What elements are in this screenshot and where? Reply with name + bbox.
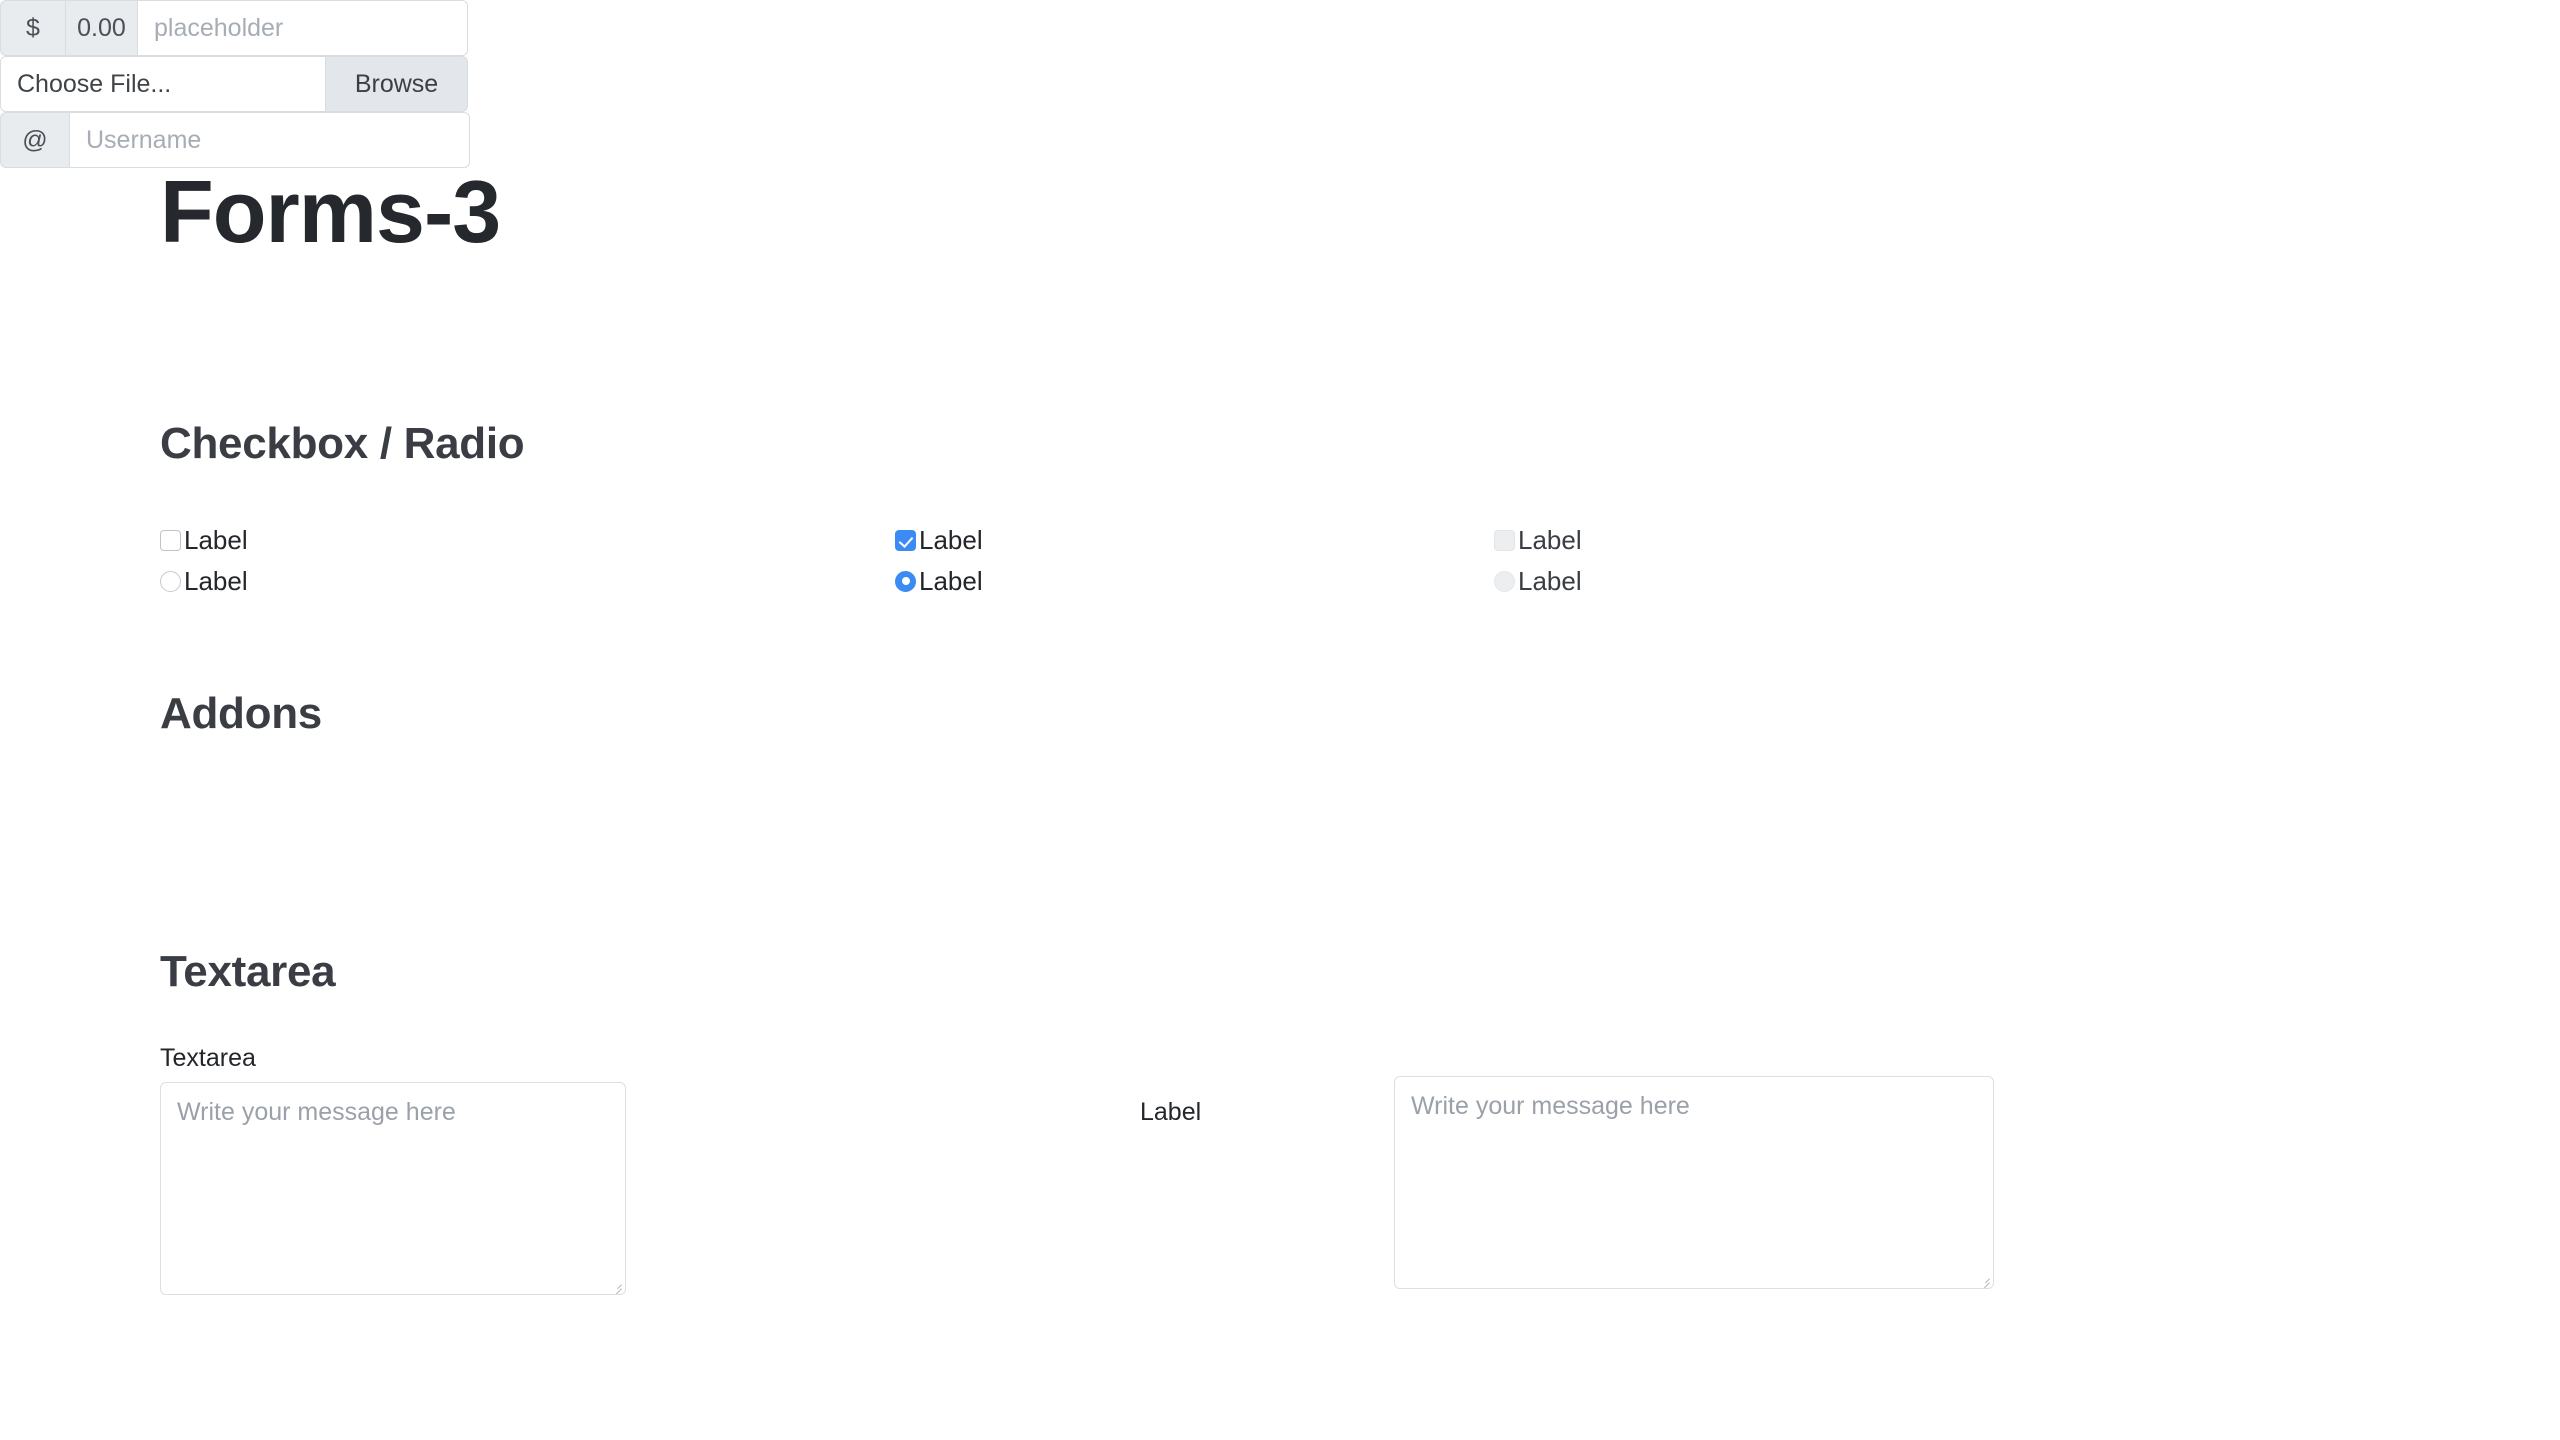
message-textarea-left[interactable]: Write your message here — [160, 1082, 626, 1295]
radio-field-1[interactable]: Label — [160, 568, 248, 594]
section-heading-textarea: Textarea — [160, 947, 336, 996]
at-sign-addon-icon: @ — [0, 112, 70, 168]
radio-unselected-icon[interactable] — [160, 570, 181, 592]
radio-field-3-disabled: Label — [1494, 568, 1582, 594]
username-input[interactable]: Username — [70, 112, 470, 168]
resize-handle-icon[interactable] — [609, 1278, 623, 1292]
file-name-input[interactable]: Choose File... — [0, 56, 326, 112]
currency-addon: $ — [0, 0, 66, 56]
checkbox-label-2: Label — [919, 525, 983, 555]
textarea-right-label: Label — [1140, 1098, 1202, 1126]
checkbox-label-3: Label — [1518, 525, 1582, 555]
radio-field-2[interactable]: Label — [895, 568, 983, 594]
checkbox-label-1: Label — [184, 525, 248, 555]
section-heading-checkbox-radio: Checkbox / Radio — [160, 419, 525, 468]
message-textarea-right[interactable]: Write your message here — [1394, 1076, 1994, 1289]
checkbox-field-3-disabled: Label — [1494, 527, 1582, 553]
price-input[interactable]: placeholder — [138, 0, 468, 56]
textarea-left-placeholder: Write your message here — [177, 1098, 456, 1126]
forms-page: Forms-3 Checkbox / Radio Label Label Lab… — [0, 0, 2560, 1440]
checkbox-disabled-icon — [1494, 529, 1515, 551]
browse-button[interactable]: Browse — [326, 56, 468, 112]
resize-handle-icon[interactable] — [1977, 1272, 1991, 1286]
checkbox-field-2[interactable]: Label — [895, 527, 983, 553]
username-input-group: @ Username — [0, 112, 470, 168]
checkbox-unchecked-icon[interactable] — [160, 529, 181, 551]
radio-disabled-icon — [1494, 570, 1515, 592]
checkbox-checked-icon[interactable] — [895, 529, 916, 551]
price-input-group: $ 0.00 placeholder — [0, 0, 468, 56]
radio-label-2: Label — [919, 566, 983, 596]
radio-label-1: Label — [184, 566, 248, 596]
radio-selected-icon[interactable] — [895, 570, 916, 592]
textarea-right-placeholder: Write your message here — [1411, 1092, 1690, 1120]
page-title: Forms-3 — [160, 162, 501, 261]
checkbox-field-1[interactable]: Label — [160, 527, 248, 553]
textarea-left-label: Textarea — [160, 1044, 256, 1072]
radio-label-3: Label — [1518, 566, 1582, 596]
amount-addon: 0.00 — [66, 0, 138, 56]
file-input-group: Choose File... Browse — [0, 56, 468, 112]
section-heading-addons: Addons — [160, 689, 322, 738]
